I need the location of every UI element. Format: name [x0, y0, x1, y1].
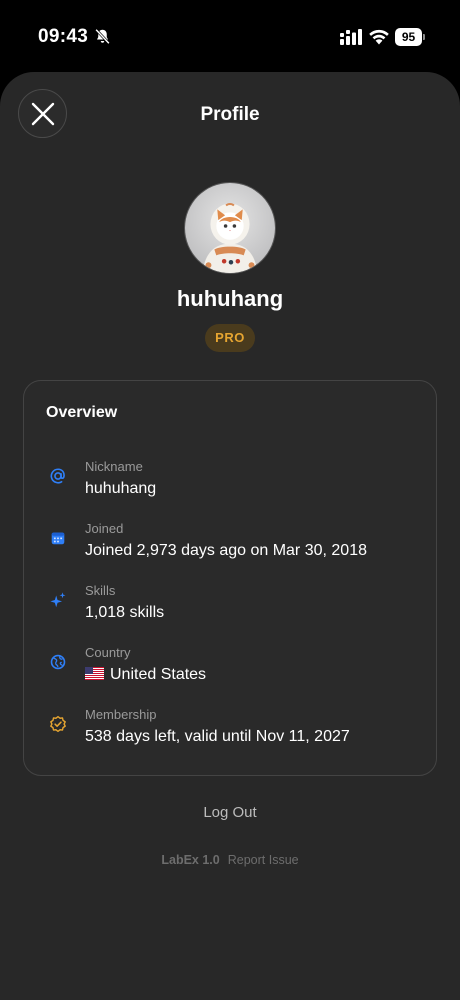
overview-row-skills: Skills 1,018 skills — [24, 583, 436, 633]
overview-row-joined: Joined Joined 2,973 days ago on Mar 30, … — [24, 521, 436, 571]
footer: LabEx 1.0 Report Issue — [0, 853, 460, 867]
at-icon — [50, 468, 65, 484]
country-name: United States — [110, 666, 207, 683]
country-label: Country — [85, 645, 131, 660]
battery-indicator: 95 — [395, 28, 427, 46]
avatar[interactable] — [184, 182, 276, 274]
overview-row-membership: Membership 538 days left, valid until No… — [24, 707, 436, 757]
nickname-label: Nickname — [85, 459, 143, 474]
globe-icon — [50, 654, 66, 670]
status-bar: 09:43 95 — [0, 0, 460, 72]
app-version: LabEx 1.0 — [161, 853, 220, 867]
overview-row-nickname: Nickname huhuhang — [24, 459, 436, 509]
cellular-signal-icon — [340, 29, 362, 45]
joined-value: Joined 2,973 days ago on Mar 30, 2018 — [85, 542, 367, 559]
nickname-value: huhuhang — [85, 480, 157, 497]
joined-label: Joined — [85, 521, 124, 536]
profile-sheet: Profile huhuhang PRO Overview Nickname h… — [0, 72, 460, 1000]
status-time: 09:43 — [38, 26, 89, 47]
page-title: Profile — [200, 104, 260, 125]
us-flag-icon — [85, 667, 104, 680]
pro-badge: PRO — [205, 324, 255, 352]
wifi-icon — [369, 29, 389, 45]
country-value: United States — [85, 666, 206, 684]
logout-button[interactable]: Log Out — [0, 804, 460, 821]
membership-value: 538 days left, valid until Nov 11, 2027 — [85, 728, 350, 745]
verified-badge-icon — [50, 715, 66, 733]
membership-label: Membership — [85, 707, 157, 722]
profile-username: huhuhang — [176, 286, 284, 311]
skills-label: Skills — [85, 583, 116, 598]
sparkles-icon — [50, 592, 66, 608]
battery-level: 95 — [395, 28, 422, 46]
calendar-icon — [51, 532, 65, 545]
overview-card: Overview Nickname huhuhang Joined Joined… — [23, 380, 437, 776]
report-issue-link[interactable]: Report Issue — [228, 853, 299, 867]
bell-muted-icon — [95, 28, 110, 45]
astronaut-cat-avatar-image — [185, 183, 275, 273]
overview-title: Overview — [46, 404, 118, 421]
overview-row-country: Country United States — [24, 645, 436, 695]
skills-value: 1,018 skills — [85, 604, 165, 621]
